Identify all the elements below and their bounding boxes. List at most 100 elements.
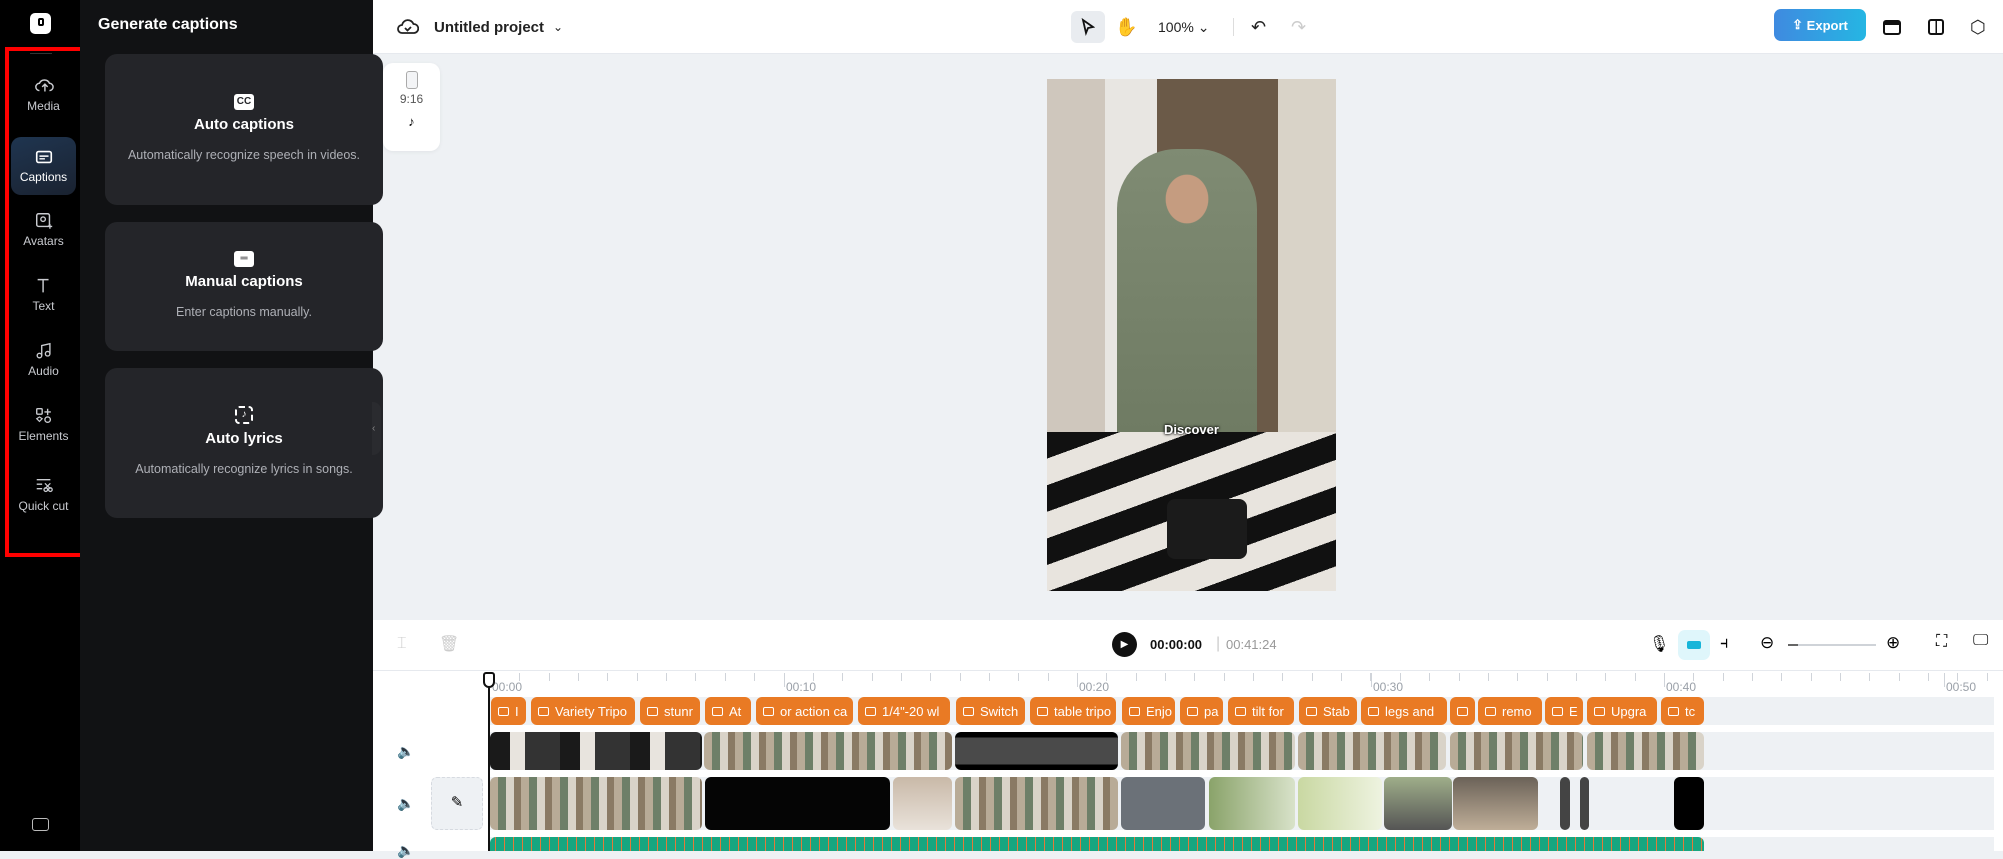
caption-clip[interactable]: I: [491, 697, 526, 725]
keyboard-shortcuts-icon[interactable]: [32, 818, 49, 831]
video-clip[interactable]: [1298, 777, 1382, 830]
track-volume-icon[interactable]: 🔈: [397, 743, 414, 760]
caption-clip[interactable]: tilt for: [1228, 697, 1294, 725]
delete-icon[interactable]: 🗑: [439, 634, 459, 654]
total-duration: 00:41:24: [1226, 637, 1277, 652]
video-clip[interactable]: [1209, 777, 1295, 830]
zoom-slider[interactable]: [1788, 644, 1876, 646]
caption-clip[interactable]: E: [1450, 697, 1475, 725]
ruler-tick: [1429, 673, 1430, 681]
export-button[interactable]: ⇪ Export: [1774, 9, 1866, 41]
caption-text: remo: [1502, 703, 1532, 719]
caption-clip[interactable]: Switch: [956, 697, 1025, 725]
caption-clip[interactable]: stunr: [640, 697, 700, 725]
aspect-ratio-panel[interactable]: 9:16 ♪: [383, 63, 440, 151]
divider: [373, 670, 2003, 671]
caption-clip[interactable]: tc: [1661, 697, 1704, 725]
project-name[interactable]: Untitled project: [434, 13, 544, 41]
video-clip[interactable]: [704, 732, 952, 770]
caption-clip[interactable]: 1/4"-20 wl: [858, 697, 950, 725]
video-clip[interactable]: [1121, 777, 1205, 830]
track-volume-icon[interactable]: 🔈: [397, 795, 414, 812]
video-clip[interactable]: [893, 777, 952, 830]
video-clip[interactable]: [1298, 732, 1446, 770]
manual-captions-card[interactable]: ═ Manual captions Enter captions manuall…: [105, 222, 383, 351]
audio-clip[interactable]: [490, 837, 1704, 851]
caption-text: Switch: [980, 703, 1019, 719]
playhead[interactable]: [483, 672, 495, 851]
caption-clip[interactable]: remo: [1478, 697, 1542, 725]
edit-cover-button[interactable]: ✎: [431, 777, 483, 830]
video-clip[interactable]: [955, 777, 1118, 830]
caption-clip[interactable]: Enjo: [1122, 697, 1175, 725]
caption-clip[interactable]: table tripo: [1030, 697, 1116, 725]
ruler-tick: [813, 673, 814, 681]
zoom-in-icon[interactable]: ⊕: [1886, 633, 1900, 653]
auto-captions-card[interactable]: CC Auto captions Automatically recognize…: [105, 54, 383, 205]
split-clip-icon[interactable]: ⌶: [397, 635, 407, 653]
hand-tool-icon[interactable]: ✋: [1115, 13, 1137, 41]
caption-clip[interactable]: E: [1545, 697, 1583, 725]
play-button[interactable]: ▶: [1112, 632, 1137, 657]
ruler-tick: [1723, 673, 1724, 681]
caption-icon: [1187, 706, 1198, 716]
caption-clip[interactable]: Upgra: [1587, 697, 1657, 725]
video-clip[interactable]: [1674, 777, 1704, 830]
settings-icon[interactable]: ⬡: [1970, 13, 1986, 41]
ruler-tick: [1488, 673, 1489, 681]
video-clip[interactable]: [1121, 732, 1295, 770]
top-bar: Untitled project ⌄ ✋ 100% ⌄ ↶ ↷ ⇪ Export…: [373, 0, 2003, 54]
zoom-level-dropdown[interactable]: 100% ⌄: [1158, 13, 1209, 41]
cc-icon: CC: [234, 93, 254, 110]
collapse-panel-handle[interactable]: ‹: [372, 402, 381, 455]
select-tool-button[interactable]: [1071, 11, 1105, 43]
caption-icon: [763, 706, 774, 716]
ruler-label: 00:30: [1373, 680, 1404, 694]
auto-snap-toggle[interactable]: [1678, 630, 1710, 660]
fullscreen-icon[interactable]: ⛶: [1936, 633, 1947, 651]
video-clip[interactable]: [1587, 732, 1704, 770]
caption-clip[interactable]: pa: [1180, 697, 1223, 725]
split-view-icon[interactable]: ⫞: [1720, 633, 1729, 653]
caption-icon: [1552, 706, 1563, 716]
ruler-label: 00:10: [786, 680, 817, 694]
split-panel-icon[interactable]: [1928, 13, 1944, 41]
ruler-tick: [1282, 673, 1283, 681]
caption-clip[interactable]: or action ca: [756, 697, 853, 725]
redo-icon[interactable]: ↷: [1291, 13, 1306, 41]
monitor-icon[interactable]: 🖵: [1973, 632, 1988, 650]
ruler-tick: [1048, 673, 1049, 681]
layers-icon[interactable]: [1883, 13, 1901, 41]
video-clip[interactable]: [490, 732, 702, 770]
undo-icon[interactable]: ↶: [1251, 13, 1266, 41]
video-clip[interactable]: [955, 732, 1118, 770]
zoom-out-icon[interactable]: ⊖: [1760, 633, 1774, 653]
app-logo[interactable]: [30, 13, 51, 34]
chevron-down-icon[interactable]: ⌄: [553, 13, 563, 41]
video-clip[interactable]: [705, 777, 890, 830]
ruler-tick: [519, 673, 520, 681]
caption-clip[interactable]: Variety Tripo: [531, 697, 635, 725]
lyrics-scan-icon: ♪: [235, 406, 253, 424]
video-clip[interactable]: [1453, 777, 1538, 830]
ruler-tick: [1664, 673, 1665, 681]
auto-lyrics-card[interactable]: ♪ Auto lyrics Automatically recognize ly…: [105, 368, 383, 518]
caption-text: I: [515, 703, 519, 719]
microphone-icon[interactable]: 🎙: [1649, 634, 1669, 654]
video-clip[interactable]: [1450, 732, 1583, 770]
caption-clip[interactable]: Stab: [1299, 697, 1357, 725]
caption-clip[interactable]: legs and: [1361, 697, 1447, 725]
video-clip[interactable]: [1384, 777, 1452, 830]
ruler-tick: [1840, 673, 1841, 681]
video-clip[interactable]: [1560, 777, 1570, 830]
video-clip[interactable]: [1580, 777, 1589, 830]
video-clip[interactable]: [490, 777, 702, 830]
video-preview[interactable]: Discover: [1047, 79, 1336, 591]
caption-clip[interactable]: At: [705, 697, 751, 725]
caption-icon: [865, 706, 876, 716]
caption-text: Stab: [1323, 703, 1350, 719]
ruler-tick: [1944, 673, 1945, 687]
ruler-tick: [1605, 673, 1606, 681]
ruler-tick: [1576, 673, 1577, 681]
ruler-tick: [695, 673, 696, 681]
